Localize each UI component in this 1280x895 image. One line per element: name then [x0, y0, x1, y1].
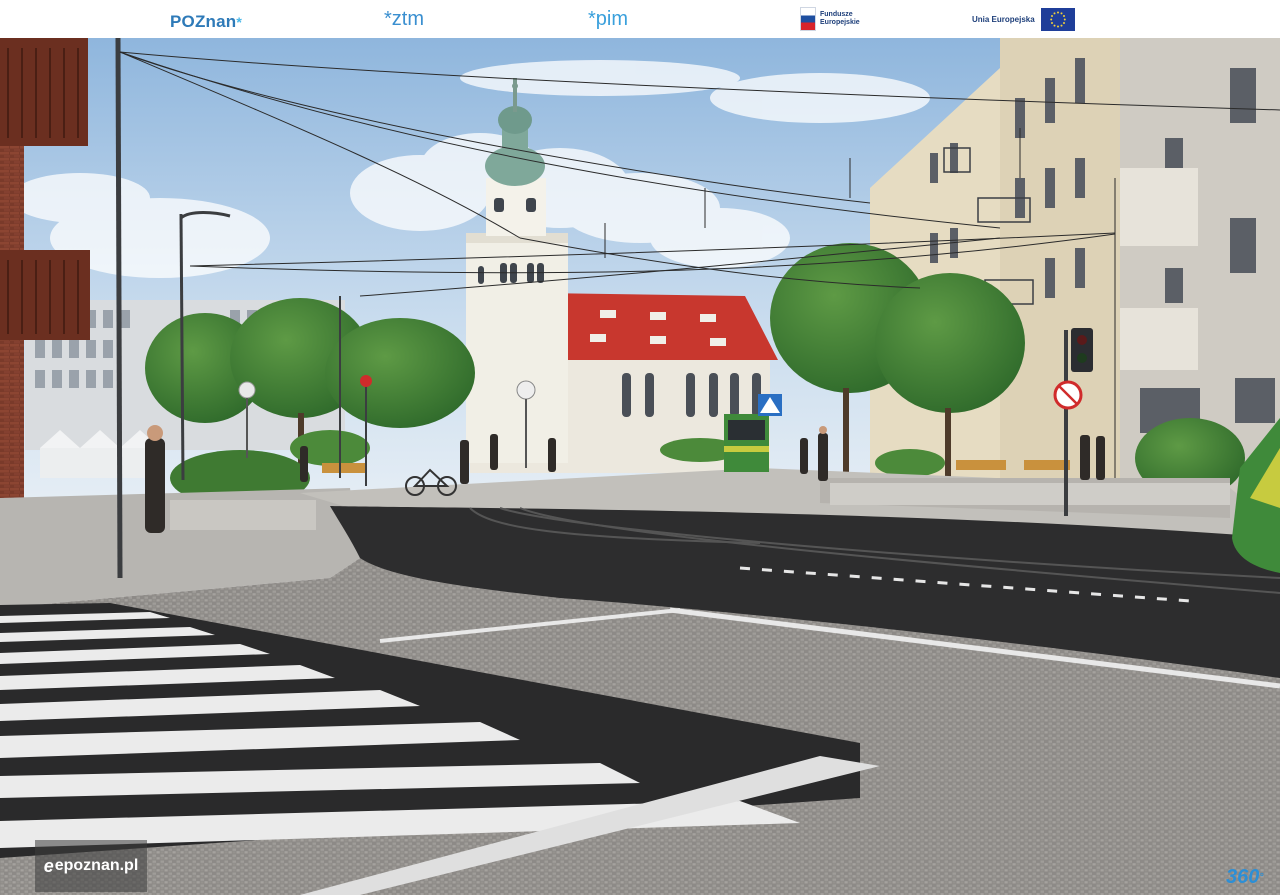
pim-logo-text: *pim [588, 8, 629, 30]
unia-europejska-logo: Unia Europejska [972, 4, 1075, 34]
logo-360-text: 360 [1226, 865, 1260, 888]
poznan-logo: POZnan* [170, 7, 242, 37]
logo-360-watermark: 360 ° [1226, 865, 1264, 888]
ue-line1: Unia Europejska [972, 14, 1035, 24]
planter-wall [170, 500, 316, 530]
poznan-logo-text: POZnan* [170, 12, 243, 31]
epoznan-watermark: e epoznan.pl [35, 840, 147, 892]
visualization-page: POZnan* *ztm *pim Fundusze Europejskie U… [0, 0, 1280, 895]
fundusze-line1: Fundusze [820, 11, 853, 18]
logo-header: POZnan* *ztm *pim Fundusze Europejskie U… [0, 0, 1280, 38]
fundusze-europejskie-logo: Fundusze Europejskie [800, 4, 860, 34]
epoznan-logo-icon: e [43, 855, 54, 876]
pedestrian-crossing-sign-icon [758, 394, 782, 416]
fundusze-flag-icon [800, 7, 816, 31]
tram-center [724, 414, 769, 472]
ztm-logo-text: *ztm [384, 8, 424, 30]
traffic-light-icon [1071, 328, 1093, 372]
epoznan-watermark-text: epoznan.pl [54, 857, 139, 874]
fundusze-line2: Europejskie [820, 19, 860, 26]
no-left-turn-sign-icon [1053, 380, 1083, 410]
pim-logo: *pim [588, 4, 628, 34]
ztm-logo: *ztm [384, 4, 424, 34]
street-visualization [0, 38, 1280, 895]
eu-flag-icon [1040, 7, 1075, 31]
street-scene-svg [0, 38, 1280, 895]
planter-wall-right [830, 483, 1230, 505]
